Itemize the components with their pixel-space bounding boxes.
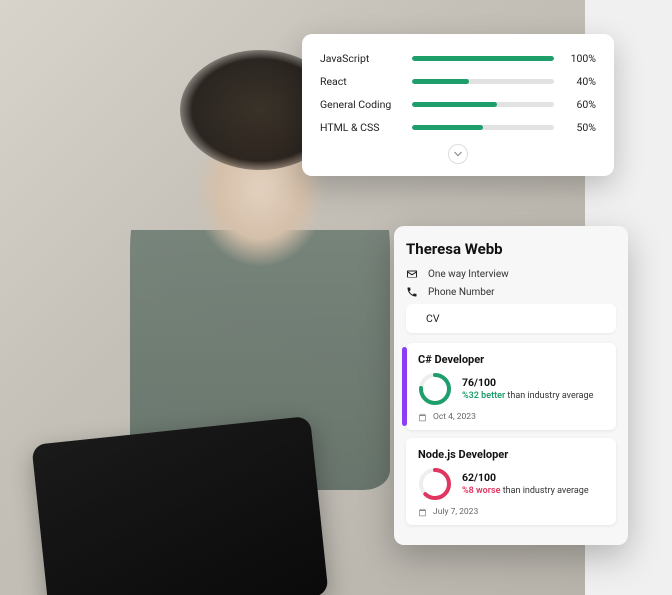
- mail-icon: [406, 268, 418, 280]
- skill-percent: 100%: [564, 52, 596, 65]
- chevron-down-icon: [454, 150, 462, 158]
- delta-worse: %8 worse: [462, 486, 500, 496]
- skill-row: JavaScript 100%: [320, 52, 596, 65]
- skills-card: JavaScript 100% React 40% General Coding 60% H…: [302, 34, 614, 176]
- delta-better: %32 better: [462, 391, 505, 401]
- assessment-date: Oct 4, 2023: [418, 412, 606, 422]
- cv-label: CV: [426, 312, 440, 325]
- assessment-score: 62/100: [462, 470, 589, 485]
- skill-fill: [412, 79, 469, 84]
- score-donut: [418, 467, 452, 501]
- assessment-comparison: %8 worse than industry average: [462, 485, 589, 498]
- assessment-text: 76/100%32 better than industry average: [462, 375, 593, 403]
- tablet-illustration: [31, 416, 328, 595]
- skill-bar: [412, 125, 554, 130]
- candidate-name: Theresa Webb: [406, 240, 616, 258]
- assessment-score: 76/100: [462, 375, 593, 390]
- assessment-text: 62/100%8 worse than industry average: [462, 470, 589, 498]
- score-donut: [418, 372, 452, 406]
- skill-bar: [412, 79, 554, 84]
- skill-bar: [412, 102, 554, 107]
- assessment-comparison: %32 better than industry average: [462, 390, 593, 403]
- skill-fill: [412, 125, 483, 130]
- phone-row[interactable]: Phone Number: [406, 286, 616, 298]
- skill-percent: 40%: [564, 75, 596, 88]
- skill-row: General Coding 60%: [320, 98, 596, 111]
- assessment-body: 62/100%8 worse than industry average: [418, 467, 606, 501]
- skill-label: General Coding: [320, 98, 402, 111]
- skill-label: JavaScript: [320, 52, 402, 65]
- interview-label: One way Interview: [428, 269, 509, 280]
- assessment-body: 76/100%32 better than industry average: [418, 372, 606, 406]
- assessment-card[interactable]: Node.js Developer 62/100%8 worse than ind…: [406, 438, 616, 525]
- expand-skills-button[interactable]: [448, 144, 468, 164]
- skill-row: React 40%: [320, 75, 596, 88]
- skill-fill: [412, 56, 554, 61]
- skill-row: HTML & CSS 50%: [320, 121, 596, 134]
- calendar-icon: [418, 413, 427, 422]
- skill-fill: [412, 102, 497, 107]
- candidate-profile-card: Theresa Webb One way Interview Phone Num…: [394, 226, 628, 545]
- phone-label: Phone Number: [428, 287, 495, 298]
- assessment-title: Node.js Developer: [418, 448, 606, 461]
- assessment-date: July 7, 2023: [418, 507, 606, 517]
- skill-label: HTML & CSS: [320, 121, 402, 134]
- assessment-card[interactable]: C# Developer 76/100%32 better than indust…: [406, 343, 616, 430]
- skill-percent: 50%: [564, 121, 596, 134]
- cv-row[interactable]: CV: [406, 304, 616, 333]
- skill-bar: [412, 56, 554, 61]
- phone-icon: [406, 286, 418, 298]
- calendar-icon: [418, 508, 427, 517]
- skill-percent: 60%: [564, 98, 596, 111]
- assessment-title: C# Developer: [418, 353, 606, 366]
- interview-row[interactable]: One way Interview: [406, 268, 616, 280]
- skill-label: React: [320, 75, 402, 88]
